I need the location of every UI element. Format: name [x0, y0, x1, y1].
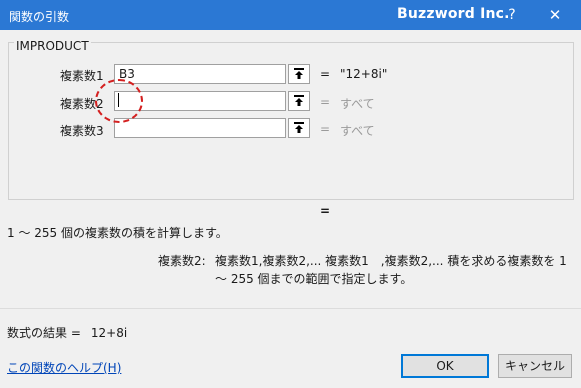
arg-input-1[interactable]: B3 — [114, 64, 286, 84]
collapse-dialog-icon — [294, 68, 304, 79]
brand-label: Buzzword Inc. — [397, 6, 510, 22]
collapse-button-2[interactable] — [288, 91, 310, 111]
arg-result-3: すべて — [340, 124, 375, 138]
help-button[interactable]: ? — [500, 4, 524, 26]
arg-label-3: 複素数3 — [60, 124, 104, 138]
collapse-button-1[interactable] — [288, 64, 310, 84]
formula-result: 数式の結果 = 12+8i — [7, 324, 127, 341]
arg-eq-3: = — [320, 122, 331, 136]
focus-highlight-circle — [95, 79, 143, 123]
arg-result-2: すべて — [340, 97, 375, 111]
collapse-button-3[interactable] — [288, 118, 310, 138]
function-name: IMPRODUCT — [14, 39, 91, 53]
window-title: 関数の引数 — [9, 10, 70, 24]
arg-input-3[interactable] — [114, 118, 286, 138]
function-help-link[interactable]: この関数のヘルプ(H) — [7, 359, 121, 376]
collapse-dialog-icon — [294, 95, 304, 106]
arg-description-label: 複素数2: — [158, 254, 206, 268]
formula-result-value: 12+8i — [90, 326, 128, 340]
formula-result-label: 数式の結果 = — [7, 326, 81, 340]
arg-description-text: 複素数1,複素数2,... 複素数1 ,複素数2,... 積を求める複素数を 1… — [215, 254, 567, 286]
arg-eq-1: = — [320, 67, 331, 81]
title-bar: 関数の引数 Buzzword Inc. ? ✕ — [0, 0, 581, 30]
collapse-dialog-icon — [294, 122, 304, 133]
function-description: 1 ～ 255 個の複素数の積を計算します。 — [7, 226, 228, 240]
arg-eq-2: = — [320, 95, 331, 109]
close-button[interactable]: ✕ — [542, 4, 568, 26]
divider — [0, 308, 581, 309]
cancel-button[interactable]: キャンセル — [498, 354, 572, 378]
function-result-eq: = — [320, 204, 331, 218]
ok-button[interactable]: OK — [401, 354, 489, 378]
arg-result-1: "12+8i" — [340, 67, 388, 81]
